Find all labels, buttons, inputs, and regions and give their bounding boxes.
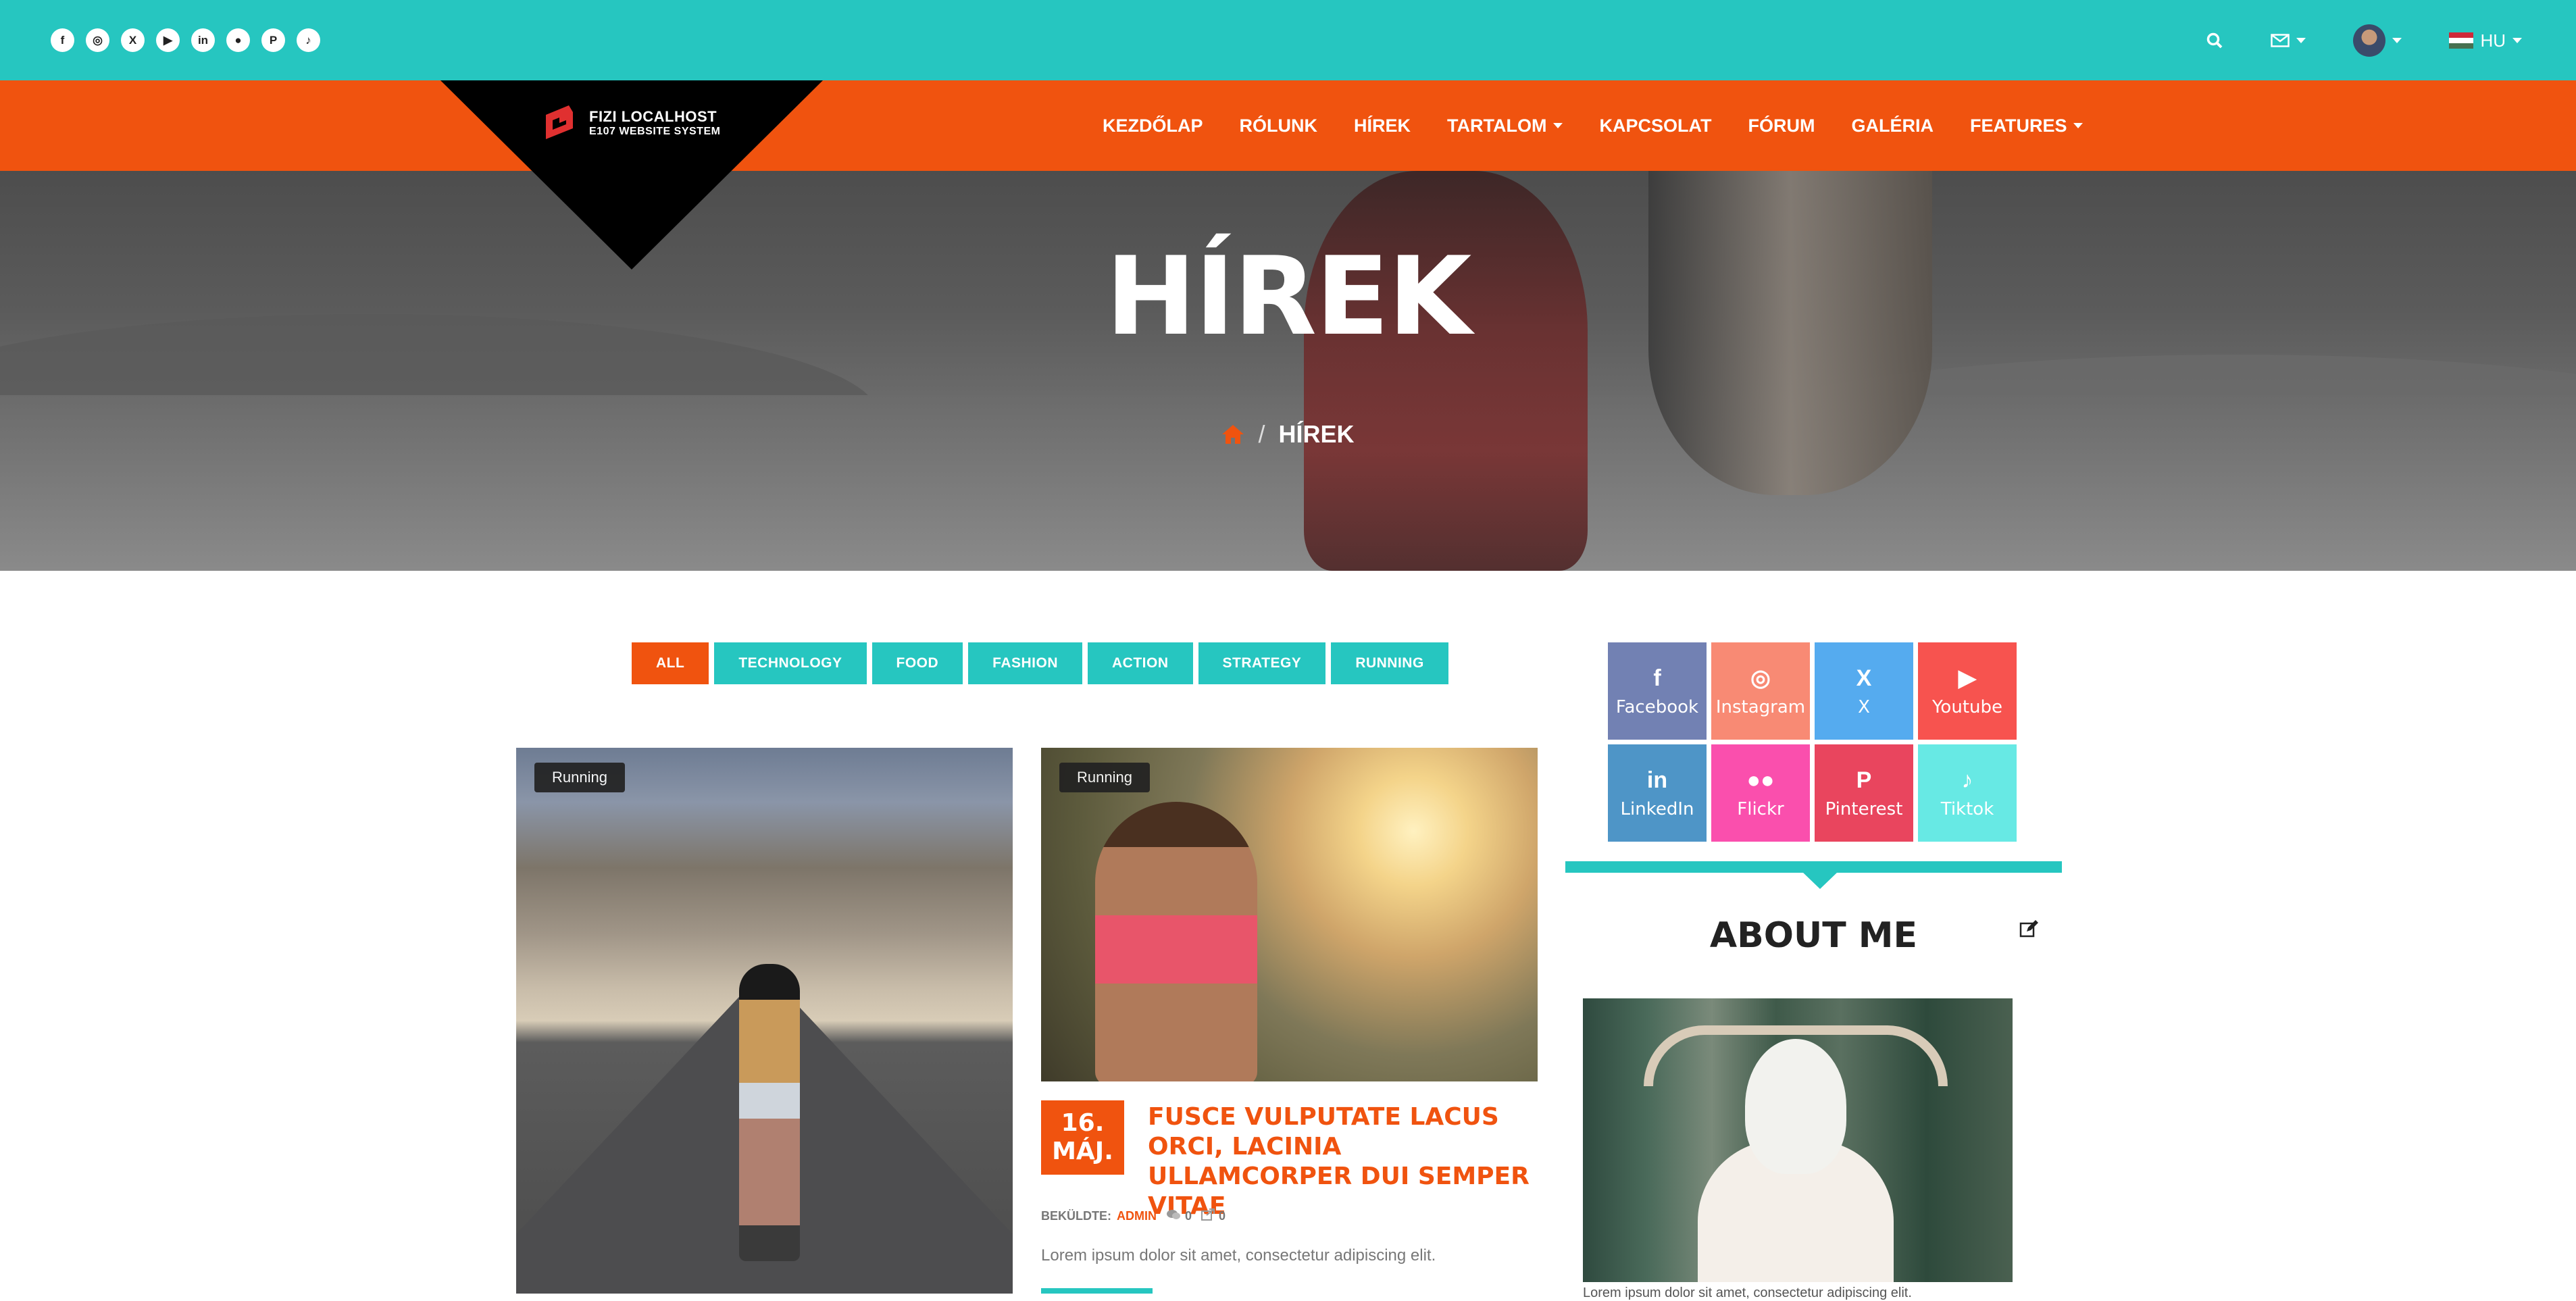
post-image-running-road[interactable]: Running: [516, 748, 1013, 1294]
chevron-down-icon: [2296, 38, 2306, 43]
chevron-down-icon: [2512, 38, 2522, 43]
chevron-down-icon: [1553, 123, 1563, 128]
post-comment-count: 0: [1185, 1209, 1192, 1223]
breadcrumb-separator: /: [1258, 420, 1265, 448]
flickr-icon[interactable]: ●: [226, 28, 250, 52]
runner-figure: [739, 964, 800, 1261]
main-menu: KEZDŐLAP RÓLUNK HÍREK TARTALOM KAPCSOLAT…: [1084, 80, 2101, 171]
logo-title: FIZI LOCALHOST: [589, 108, 717, 125]
social-box-tiktok[interactable]: ♪ Tiktok: [1918, 744, 2017, 842]
social-box-youtube[interactable]: ▶ Youtube: [1918, 642, 2017, 740]
avatar: [2353, 24, 2386, 57]
linkedin-icon[interactable]: in: [191, 28, 215, 52]
search-icon[interactable]: [2206, 32, 2223, 49]
filter-strategy[interactable]: STRATEGY: [1198, 642, 1326, 684]
social-box-x[interactable]: XX: [1815, 642, 1913, 740]
post-meta-label: BEKÜLDTE:: [1041, 1209, 1111, 1223]
tiktok-icon[interactable]: ♪: [297, 28, 320, 52]
post-image-runner-woman[interactable]: Running: [1041, 748, 1538, 1081]
language-label: HU: [2480, 30, 2506, 51]
facebook-icon: f: [1653, 665, 1661, 691]
pinterest-icon: P: [1856, 767, 1872, 793]
post-author[interactable]: ADMIN: [1117, 1209, 1157, 1223]
post-date-day: 16.: [1061, 1109, 1105, 1137]
comments-icon[interactable]: [1166, 1209, 1181, 1223]
linkedin-icon: in: [1646, 767, 1668, 793]
filter-running[interactable]: RUNNING: [1331, 642, 1448, 684]
language-menu[interactable]: HU: [2449, 30, 2522, 51]
social-box-instagram[interactable]: ◎ Instagram: [1711, 642, 1810, 740]
tiktok-icon: ♪: [1961, 767, 1973, 793]
mail-icon: [2271, 34, 2290, 47]
post-title[interactable]: FUSCE VULPUTATE LACUS ORCI, LACINIA ULLA…: [1148, 1102, 1553, 1221]
home-icon[interactable]: [1221, 423, 1244, 446]
logo-subtitle: E107 WEBSITE SYSTEM: [589, 126, 721, 137]
post-date-month: MÁJ.: [1052, 1138, 1113, 1165]
post-date-badge: 16. MÁJ.: [1041, 1100, 1124, 1175]
flickr-icon: ●●: [1746, 767, 1775, 793]
breadcrumb: / HÍREK: [0, 420, 2576, 449]
x-icon: X: [1856, 665, 1872, 691]
user-menu[interactable]: [2353, 24, 2402, 57]
filter-action[interactable]: ACTION: [1088, 642, 1193, 684]
read-more-button[interactable]: [1041, 1288, 1153, 1294]
about-me-heading: ABOUT ME: [1709, 915, 1918, 956]
nav-item-kapcsolat[interactable]: KAPCSOLAT: [1581, 116, 1729, 136]
post-excerpt: Lorem ipsum dolor sit amet, consectetur …: [1041, 1246, 1436, 1265]
mail-menu[interactable]: [2271, 34, 2306, 47]
top-right-tools: HU: [2206, 20, 2522, 61]
nav-item-galeria[interactable]: GALÉRIA: [1833, 116, 1952, 136]
hero-shoe-image: [1304, 171, 1588, 571]
social-box-linkedin[interactable]: in LinkedIn: [1608, 744, 1707, 842]
nav-item-tartalom[interactable]: TARTALOM: [1429, 116, 1581, 136]
x-icon[interactable]: X: [121, 28, 145, 52]
nav-item-forum[interactable]: FÓRUM: [1729, 116, 1833, 136]
post-category-tag[interactable]: Running: [1059, 763, 1150, 792]
share-icon[interactable]: [1201, 1208, 1215, 1224]
chevron-down-icon: [2392, 38, 2402, 43]
facebook-icon[interactable]: f: [51, 28, 74, 52]
nav-item-hirek[interactable]: HÍREK: [1336, 116, 1429, 136]
pinterest-icon[interactable]: P: [261, 28, 285, 52]
sidebar-social-grid: f Facebook ◎ Instagram XX ▶ Youtube in Linke…: [1608, 642, 2017, 842]
post-category-tag[interactable]: Running: [534, 763, 625, 792]
site-logo[interactable]: FIZI LOCALHOST E107 WEBSITE SYSTEM: [539, 103, 720, 143]
widget-divider-arrow: [1802, 872, 1838, 889]
top-social-links: f ◎ X ▶ in ● P ♪: [51, 28, 320, 52]
social-box-facebook[interactable]: f Facebook: [1608, 642, 1707, 740]
youtube-icon: ▶: [1958, 665, 1977, 691]
woman-figure: [1095, 802, 1257, 1081]
filter-technology[interactable]: TECHNOLOGY: [714, 642, 867, 684]
instagram-icon: ◎: [1750, 665, 1771, 691]
category-filters: ALL TECHNOLOGY FOOD FASHION ACTION STRAT…: [632, 642, 1448, 684]
filter-fashion[interactable]: FASHION: [968, 642, 1083, 684]
page-title: HÍREK: [1105, 233, 1472, 359]
filter-all[interactable]: ALL: [632, 642, 709, 684]
social-box-pinterest[interactable]: P Pinterest: [1815, 744, 1913, 842]
post-share-count: 0: [1219, 1209, 1226, 1223]
instagram-icon[interactable]: ◎: [86, 28, 109, 52]
nav-item-rolunk[interactable]: RÓLUNK: [1221, 116, 1336, 136]
youtube-icon[interactable]: ▶: [156, 28, 180, 52]
breadcrumb-current: HÍREK: [1278, 420, 1355, 448]
widget-divider: [1565, 861, 2062, 873]
top-bar: f ◎ X ▶ in ● P ♪ HU: [0, 0, 2576, 80]
post-meta: BEKÜLDTE: ADMIN 0 0: [1041, 1208, 1226, 1224]
social-box-flickr[interactable]: ●● Flickr: [1711, 744, 1810, 842]
edit-icon[interactable]: [2019, 919, 2039, 939]
logo-mark-icon: [539, 103, 580, 143]
hungary-flag-icon: [2449, 32, 2474, 49]
nav-item-kezdolap[interactable]: KEZDŐLAP: [1084, 116, 1221, 136]
about-me-image: [1583, 998, 2013, 1282]
filter-food[interactable]: FOOD: [872, 642, 963, 684]
nav-item-features[interactable]: FEATURES: [1952, 116, 2102, 136]
hero-banner: [0, 171, 2576, 571]
chevron-down-icon: [2073, 123, 2083, 128]
